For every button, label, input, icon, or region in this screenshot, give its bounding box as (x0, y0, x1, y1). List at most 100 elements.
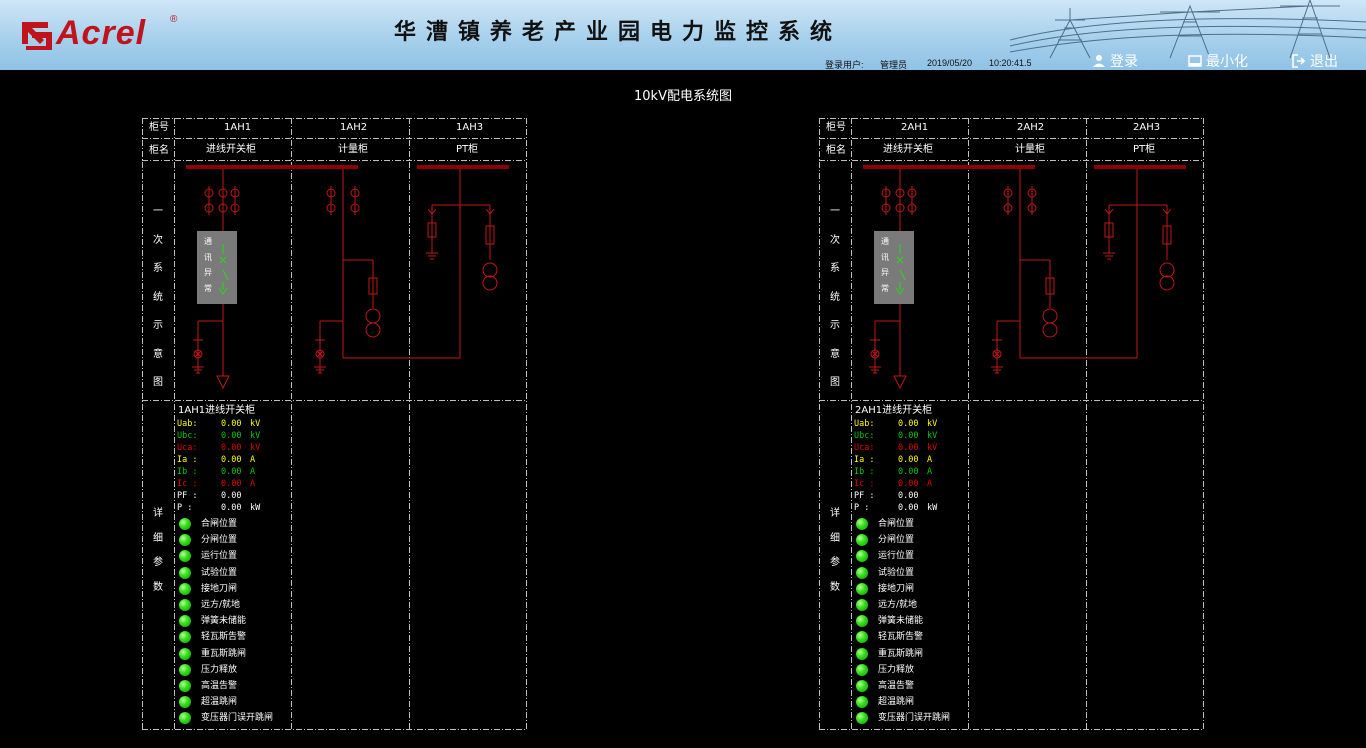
cabinet-no: 1AH1 (224, 122, 252, 133)
status-indicator-icon (179, 696, 191, 709)
switchgear-panel-2: 柜号 柜名 2AH1 2AH2 2AH3 进线开关柜 计量柜 PT柜 一次系统示… (819, 118, 1205, 730)
section-label-char: 意 (830, 348, 840, 360)
measurement-value: 0.00 (221, 431, 242, 441)
section-label-char: 数 (153, 581, 163, 593)
row-label-cabinet-no: 柜号 (149, 122, 169, 133)
measurement-row: Ib : 0.00 A (177, 466, 260, 478)
status-row: 轻瓦斯告警 (179, 629, 273, 645)
status-label: 试验位置 (201, 567, 238, 578)
status-label: 分闸位置 (878, 535, 915, 546)
status-indicator-icon (856, 599, 868, 612)
login-button-label: 登录 (1110, 54, 1138, 70)
measurement-row: Uab: 0.00 kV (177, 418, 260, 430)
status-label: 变压器门误开跳闸 (201, 713, 274, 724)
registered-mark: ® (170, 14, 178, 25)
measurement-label: Uca: (854, 443, 875, 453)
cabinet-no: 1AH2 (340, 122, 368, 133)
minimize-button[interactable]: 最小化 (1188, 52, 1248, 70)
measurement-unit: kW (927, 503, 938, 513)
measurement-value: 0.00 (221, 491, 242, 501)
measurement-label: Uab: (177, 419, 198, 429)
measurement-label: Ubc: (177, 431, 198, 441)
logo-text: Acrel (56, 14, 147, 52)
cabinet-no: 1AH3 (456, 122, 484, 133)
section-label-diagram: 一次系统示意图 (829, 202, 841, 402)
measurement-value: 0.00 (898, 467, 919, 477)
measurement-unit: A (250, 467, 256, 477)
measurement-row: PF : 0.00 (177, 490, 260, 502)
section-label-char: 参 (830, 557, 840, 568)
status-row: 轻瓦斯告警 (856, 629, 950, 645)
measurement-unit: kV (927, 443, 938, 453)
status-indicator-icon (856, 712, 868, 725)
measurement-value: 0.00 (221, 443, 242, 453)
current-date: 2019/05/20 (927, 58, 973, 68)
comm-abnormal-char: 通 (204, 237, 212, 246)
cabinet-no: 2AH1 (901, 122, 929, 133)
status-row: 试验位置 (856, 565, 950, 581)
measurement-list: Uab: 0.00 kV Ubc: 0.00 kV Uca: 0.00 kV Ia :0.00 A I… (854, 418, 937, 514)
measurement-value: 0.00 (221, 467, 242, 477)
status-row: 超温跳闸 (179, 694, 273, 710)
section-label-char: 数 (830, 581, 840, 593)
status-label: 弹簧未储能 (878, 616, 924, 627)
measurement-row: P : 0.00 kW (177, 502, 260, 514)
section-label-char: 系 (153, 263, 163, 274)
detail-title: 2AH1进线开关柜 (855, 405, 933, 416)
status-row: 压力释放 (856, 662, 950, 678)
measurement-row: P : 0.00 kW (854, 502, 937, 514)
measurement-row: Ubc: 0.00 kV (177, 430, 260, 442)
status-row: 压力释放 (179, 662, 273, 678)
status-label: 分闸位置 (201, 535, 238, 546)
exit-button[interactable]: 退出 (1292, 52, 1338, 70)
section-label-char: 图 (153, 377, 163, 388)
status-row: 变压器门误开跳闸 (179, 710, 273, 726)
comm-abnormal-char: 异 (204, 268, 212, 277)
section-label-char: 详 (153, 508, 163, 519)
status-indicator-icon (856, 631, 868, 644)
measurement-value: 0.00 (221, 455, 242, 465)
measurement-value: 0.00 (221, 419, 242, 429)
status-indicator-icon (179, 582, 191, 595)
comm-abnormal-char: 讯 (204, 252, 212, 262)
measurement-row: Ia : 0.00 A (854, 454, 937, 466)
status-row: 分闸位置 (856, 532, 950, 548)
measurement-unit: kV (250, 431, 261, 441)
measurement-value: 0.00 (898, 491, 919, 501)
status-row: 远方/就地 (856, 597, 950, 613)
exit-icon (1292, 54, 1306, 68)
login-user-label: 登录用户: (825, 60, 864, 70)
measurement-value: 0.00 (898, 503, 919, 513)
measurement-unit: kV (927, 431, 938, 441)
cabinet-name: 计量柜 (1015, 144, 1045, 155)
status-label: 运行位置 (201, 551, 238, 562)
section-label-char: 细 (830, 532, 840, 544)
status-row: 运行位置 (179, 548, 273, 564)
measurement-row: Ic : 0.00 A (854, 478, 937, 490)
login-button[interactable]: 登录 (1092, 52, 1138, 70)
status-indicator-icon (856, 679, 868, 692)
comm-abnormal-char: 常 (881, 283, 889, 293)
measurement-row: Ib : 0.00 A (854, 466, 937, 478)
status-label: 高温告警 (878, 680, 915, 691)
row-label-cabinet-no: 柜号 (826, 122, 846, 133)
measurement-unit: kV (250, 443, 261, 453)
section-label-char: 统 (830, 291, 840, 303)
status-label: 合闸位置 (878, 519, 915, 529)
status-row: 重瓦斯跳闸 (856, 646, 950, 662)
measurement-label: P : (177, 503, 193, 513)
status-label: 远方/就地 (878, 599, 918, 610)
status-row: 接地刀闸 (856, 581, 950, 597)
measurement-value: 0.00 (221, 479, 242, 489)
comm-abnormal-char: 通 (881, 237, 889, 246)
status-label: 运行位置 (878, 551, 915, 562)
cabinet-name: PT柜 (456, 144, 479, 155)
measurement-row: Uca: 0.00 kV (177, 442, 260, 454)
page-title: 10kV配电系统图 (634, 89, 732, 104)
status-indicator-icon (179, 647, 191, 660)
section-label-char: 一 (153, 206, 163, 217)
measurement-row: Uca: 0.00 kV (854, 442, 937, 454)
measurement-label: Ic : (177, 479, 198, 489)
section-label-params: 详细参数 (152, 504, 164, 602)
cabinet-name: 进线开关柜 (883, 144, 933, 155)
